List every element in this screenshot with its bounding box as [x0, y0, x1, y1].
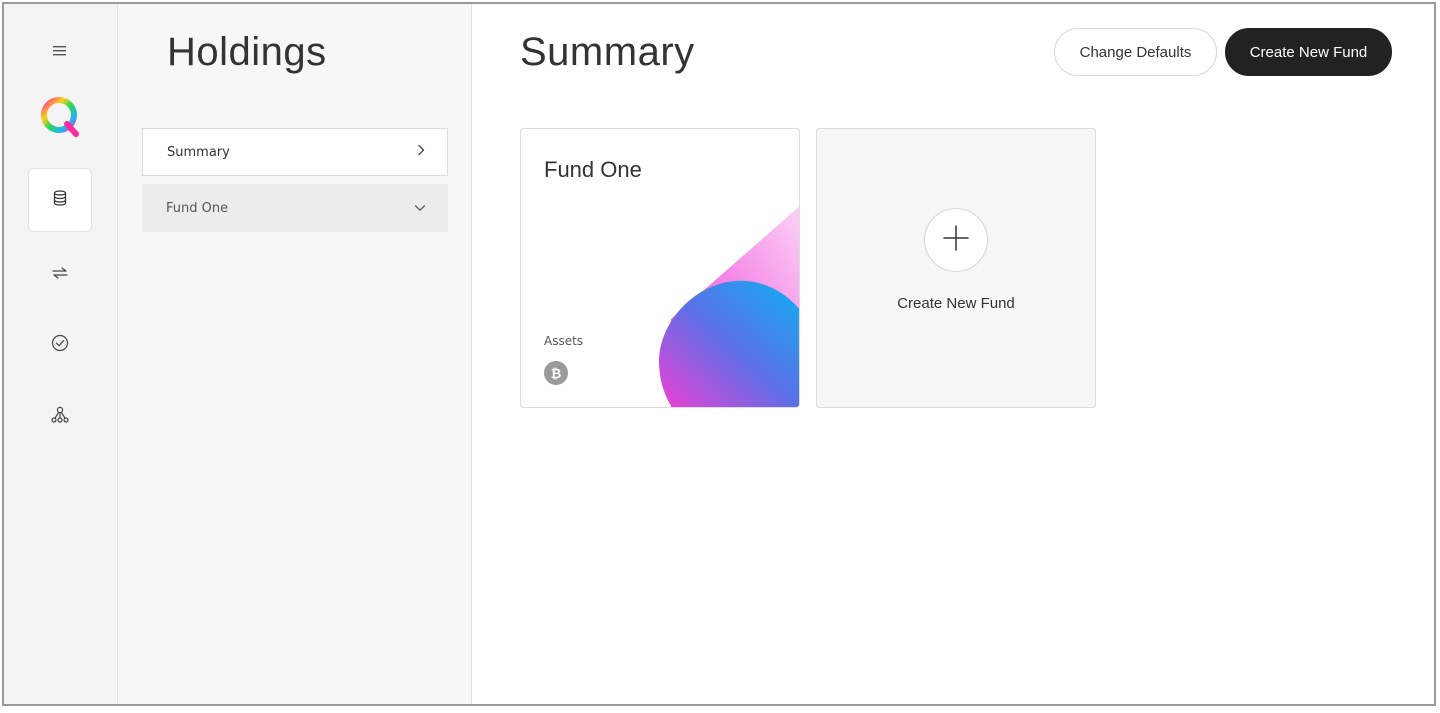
- panel-item-label: Summary: [167, 144, 230, 160]
- bitcoin-icon: ₿: [544, 361, 568, 385]
- chevron-down-icon: [414, 201, 426, 216]
- nav-holdings[interactable]: [28, 168, 92, 232]
- panel-title: Holdings: [167, 30, 327, 74]
- app-logo[interactable]: [38, 95, 82, 139]
- network-icon: [51, 406, 69, 428]
- plus-icon: [943, 225, 969, 255]
- page-title: Summary: [520, 30, 695, 74]
- main-content: Summary Change Defaults Create New Fund: [472, 4, 1434, 704]
- nav-transfers[interactable]: [45, 258, 75, 288]
- fund-card[interactable]: Fund One Assets ₿: [520, 128, 800, 408]
- panel-item-summary[interactable]: Summary: [142, 128, 448, 176]
- holdings-panel: Holdings Summary Fund One: [118, 4, 472, 704]
- panel-item-label: Fund One: [166, 200, 229, 216]
- panel-item-fund-one[interactable]: Fund One: [142, 184, 448, 232]
- database-icon: [53, 190, 67, 210]
- app-window: Holdings Summary Fund One Summary Change…: [2, 2, 1436, 706]
- transfer-arrows-icon: [52, 264, 68, 283]
- fund-card-title: Fund One: [544, 157, 642, 182]
- change-defaults-button[interactable]: Change Defaults: [1054, 28, 1217, 76]
- menu-icon[interactable]: [45, 36, 75, 66]
- assets-label: Assets: [544, 334, 584, 348]
- icon-rail: [4, 4, 118, 704]
- check-circle-icon: [51, 334, 69, 356]
- add-fund-button[interactable]: [924, 208, 988, 272]
- chevron-right-icon: [417, 144, 425, 160]
- nav-approvals[interactable]: [45, 330, 75, 360]
- create-new-fund-label: Create New Fund: [897, 295, 1015, 312]
- svg-text:₿: ₿: [551, 367, 562, 382]
- nav-network[interactable]: [45, 402, 75, 432]
- create-new-fund-button[interactable]: Create New Fund: [1225, 28, 1392, 76]
- create-new-fund-card[interactable]: Create New Fund: [816, 128, 1096, 408]
